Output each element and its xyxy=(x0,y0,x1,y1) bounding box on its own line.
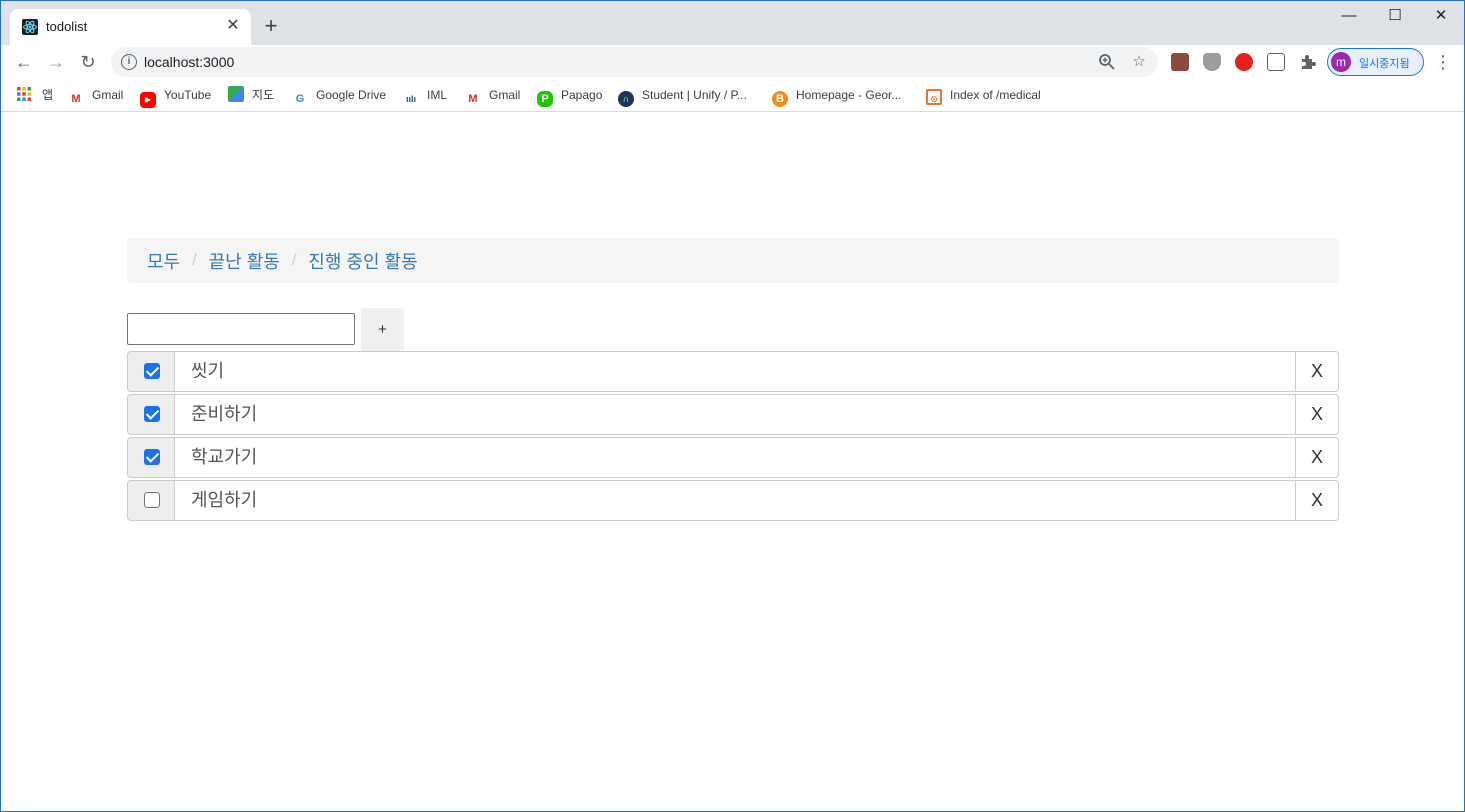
bookmark-label: Google Drive xyxy=(316,88,387,102)
extensions-puzzle-icon[interactable] xyxy=(1299,53,1317,71)
browser-menu-icon[interactable]: ⋮ xyxy=(1433,49,1453,75)
cast-extension-icon[interactable] xyxy=(1267,53,1285,71)
breadcrumb-separator: / xyxy=(291,251,297,269)
tab-todolist[interactable]: todolist ✕ xyxy=(10,9,251,45)
bookmark-label: 앱 xyxy=(42,88,54,102)
tab-strip: todolist ✕ + — ☐ ✕ xyxy=(1,1,1464,45)
profile-status-label: 일시중지됨 xyxy=(1359,58,1410,70)
reload-icon[interactable]: ↻ xyxy=(75,49,101,75)
todo-text: 씻기 xyxy=(175,351,1296,392)
bookmarks-bar: 앱 M Gmail ▶ YouTube 지도 G Google Drive ıılı I… xyxy=(1,79,1464,112)
bookmark-label: Homepage - Geor... xyxy=(796,88,902,102)
browser-toolbar: ← → ↻ i localhost:3000 ☆ m 일시중지됨 ⋮ xyxy=(1,45,1464,79)
forward-arrow-icon[interactable]: → xyxy=(43,49,69,75)
gmail-icon: M xyxy=(71,93,81,105)
bookmark-google-drive[interactable]: G Google Drive xyxy=(292,86,387,105)
checkbox-cell xyxy=(127,437,175,478)
youtube-icon: ▶ xyxy=(140,92,156,108)
new-todo-input[interactable] xyxy=(127,313,355,345)
bookmark-label: IML xyxy=(427,88,448,102)
checkbox-cell xyxy=(127,394,175,435)
breadcrumb-separator: / xyxy=(192,251,197,269)
unify-icon: ∩ xyxy=(618,91,634,107)
bookmark-label: Student | Unify / P... xyxy=(642,88,747,102)
tab-title: todolist xyxy=(46,19,88,34)
todo-item: 준비하기 X xyxy=(127,394,1339,435)
checkbox-cell xyxy=(127,480,175,521)
bookmark-star-icon[interactable]: ☆ xyxy=(1129,52,1149,72)
filter-in-progress-link[interactable]: 진행 중인 활동 xyxy=(308,248,417,274)
todo-text: 게임하기 xyxy=(175,480,1296,521)
zoom-icon[interactable] xyxy=(1097,52,1117,72)
bookmark-label: Gmail xyxy=(92,88,124,102)
bookmark-youtube[interactable]: ▶ YouTube xyxy=(140,86,212,108)
homepage-icon: B xyxy=(772,91,788,107)
adblock-extension-icon[interactable] xyxy=(1235,53,1253,71)
bookmark-label: Papago xyxy=(561,88,603,102)
profile-button[interactable]: m 일시중지됨 xyxy=(1327,48,1424,76)
todo-item: 씻기 X xyxy=(127,351,1339,392)
gmail-icon: M xyxy=(468,93,478,105)
delete-todo-button[interactable]: X xyxy=(1295,351,1339,392)
bookmark-student-unify[interactable]: ∩ Student | Unify / P... xyxy=(618,86,747,107)
new-tab-button[interactable]: + xyxy=(260,15,282,37)
tab-close-icon[interactable]: ✕ xyxy=(223,16,243,36)
todo-checkbox[interactable] xyxy=(144,449,160,465)
filter-breadcrumb: 모두 / 끝난 활동 / 진행 중인 활동 xyxy=(127,238,1339,283)
todo-text: 준비하기 xyxy=(175,394,1296,435)
todo-checkbox[interactable] xyxy=(144,492,160,508)
filter-done-link[interactable]: 끝난 활동 xyxy=(209,248,280,274)
todo-list: 씻기 X 준비하기 X 학교가기 X 게임하기 X xyxy=(127,351,1339,523)
bookmark-index-medical[interactable]: ⊙ Index of /medical xyxy=(926,86,1041,105)
address-bar[interactable]: i localhost:3000 ☆ xyxy=(111,47,1158,77)
page-content: 모두 / 끝난 활동 / 진행 중인 활동 + 씻기 X 준비하기 X 학교가기… xyxy=(1,113,1464,811)
papago-icon: P xyxy=(537,91,553,107)
bookmark-papago[interactable]: P Papago xyxy=(537,86,603,107)
url-text: localhost:3000 xyxy=(144,54,235,70)
bookmark-label: YouTube xyxy=(164,88,212,102)
bookmark-iml[interactable]: ıılı IML xyxy=(403,86,447,104)
shield-extension-icon[interactable] xyxy=(1203,53,1221,71)
bookmark-apps[interactable]: 앱 xyxy=(16,86,53,104)
react-icon xyxy=(22,19,38,35)
bookmark-label: 지도 xyxy=(252,88,275,102)
delete-todo-button[interactable]: X xyxy=(1295,480,1339,521)
site-info-icon[interactable]: i xyxy=(121,54,137,70)
bookmark-maps[interactable]: 지도 xyxy=(228,86,274,104)
iml-icon: ıılı xyxy=(405,94,416,104)
todo-item: 학교가기 X xyxy=(127,437,1339,478)
index-icon: ⊙ xyxy=(926,89,942,105)
close-window-button[interactable]: ✕ xyxy=(1418,1,1464,31)
bookmark-homepage[interactable]: B Homepage - Geor... xyxy=(772,86,902,107)
checkbox-cell xyxy=(127,351,175,392)
todo-text: 학교가기 xyxy=(175,437,1296,478)
todo-item: 게임하기 X xyxy=(127,480,1339,521)
delete-todo-button[interactable]: X xyxy=(1295,437,1339,478)
filter-all-link[interactable]: 모두 xyxy=(147,248,180,274)
back-arrow-icon[interactable]: ← xyxy=(11,49,37,75)
bookmark-gmail-2[interactable]: M Gmail xyxy=(465,86,521,105)
google-icon: G xyxy=(295,93,305,105)
acrobat-extension-icon[interactable] xyxy=(1171,53,1189,71)
avatar: m xyxy=(1331,52,1351,72)
maps-icon xyxy=(228,86,244,102)
maximize-button[interactable]: ☐ xyxy=(1372,1,1418,31)
todo-checkbox[interactable] xyxy=(144,363,160,379)
apps-grid-icon xyxy=(17,87,31,101)
browser-window: todolist ✕ + — ☐ ✕ ← → ↻ i localhost:300… xyxy=(0,0,1465,812)
delete-todo-button[interactable]: X xyxy=(1295,394,1339,435)
todo-checkbox[interactable] xyxy=(144,406,160,422)
bookmark-label: Index of /medical xyxy=(950,88,1041,102)
bookmark-label: Gmail xyxy=(489,88,521,102)
add-todo-button[interactable]: + xyxy=(361,308,404,351)
minimize-button[interactable]: — xyxy=(1326,1,1372,31)
bookmark-gmail[interactable]: M Gmail xyxy=(68,86,124,105)
